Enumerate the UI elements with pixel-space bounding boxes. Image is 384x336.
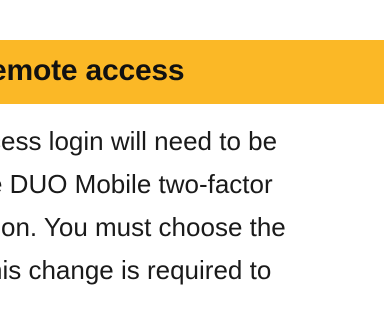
notice-body-line: cess login will need to be xyxy=(0,126,278,156)
notice-body: cess login will need to be e DUO Mobile … xyxy=(0,118,384,336)
notice-title: emote access xyxy=(0,54,185,87)
notice-body-line: tion. You must choose the xyxy=(0,212,286,242)
notice-body-line: his change is required to xyxy=(0,255,272,285)
notice-banner: emote access xyxy=(0,40,384,104)
notice-body-line: e DUO Mobile two-factor xyxy=(0,169,273,199)
